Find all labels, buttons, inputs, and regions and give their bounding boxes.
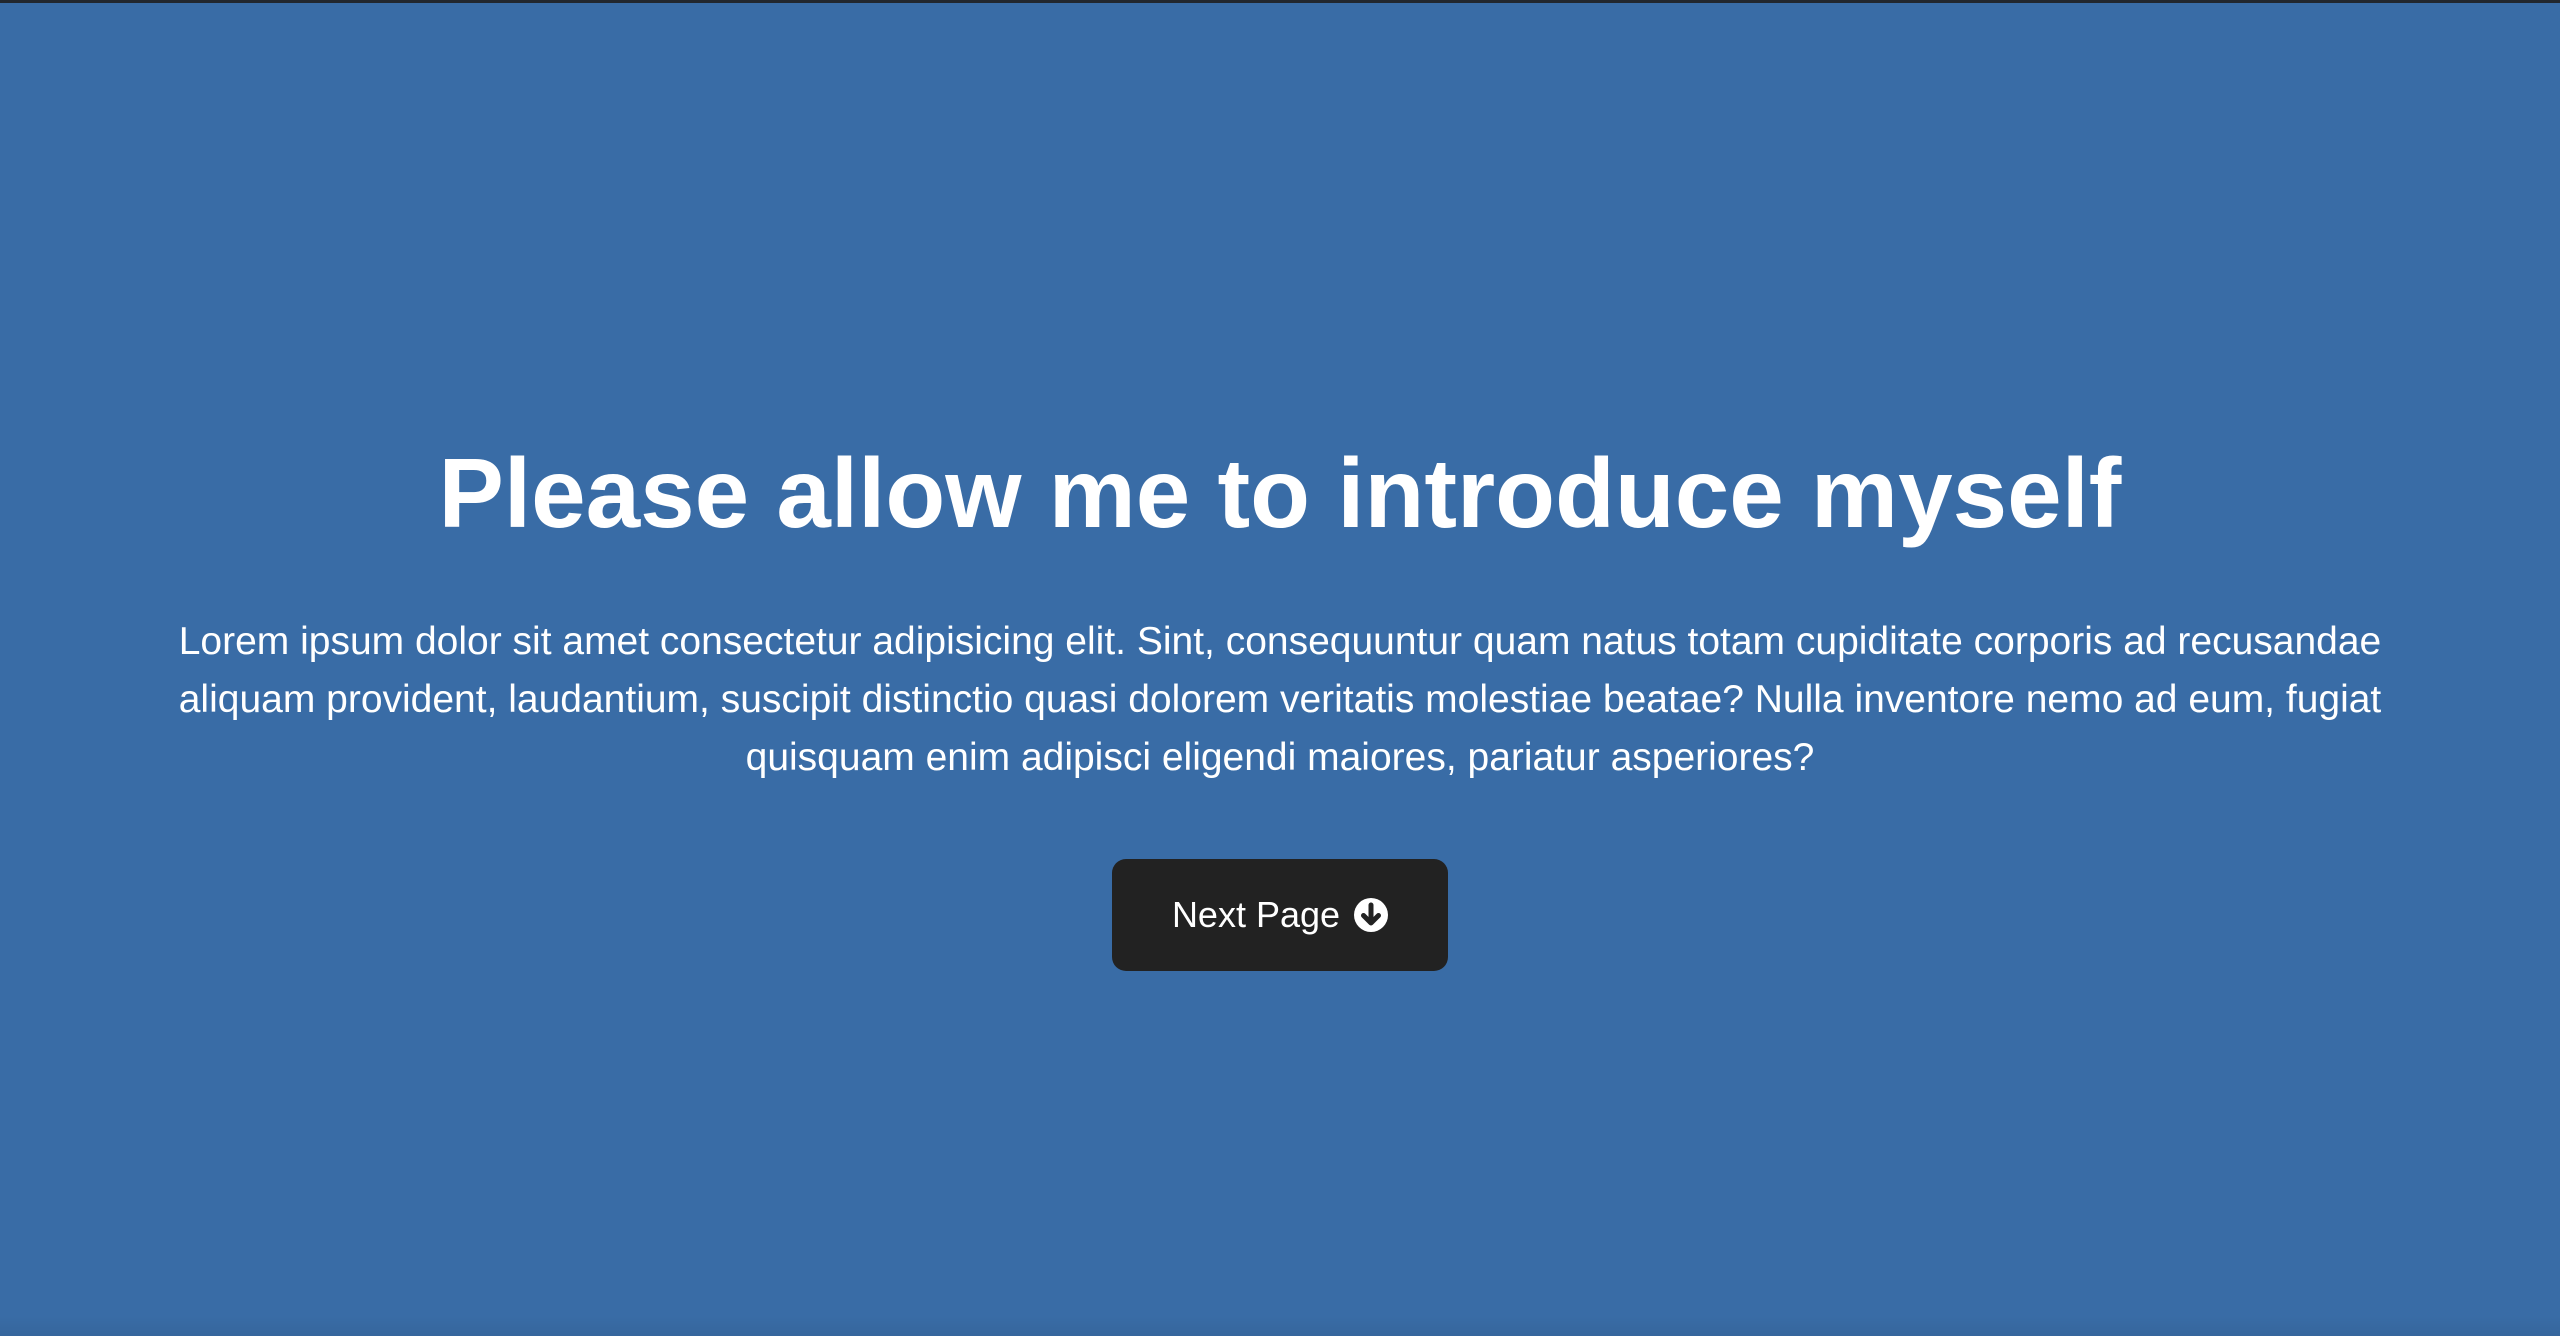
- intro-paragraph: Lorem ipsum dolor sit amet consectetur a…: [178, 620, 2382, 779]
- arrow-circle-down-icon: [1354, 898, 1389, 932]
- hero-section: Please allow me to introduce myself Lore…: [0, 0, 2560, 1336]
- bottom-shadow: [0, 1316, 2560, 1336]
- page-title: Please allow me to introduce myself: [438, 438, 2122, 548]
- next-page-button[interactable]: Next Page: [1112, 859, 1448, 971]
- next-page-label: Next Page: [1171, 894, 1341, 935]
